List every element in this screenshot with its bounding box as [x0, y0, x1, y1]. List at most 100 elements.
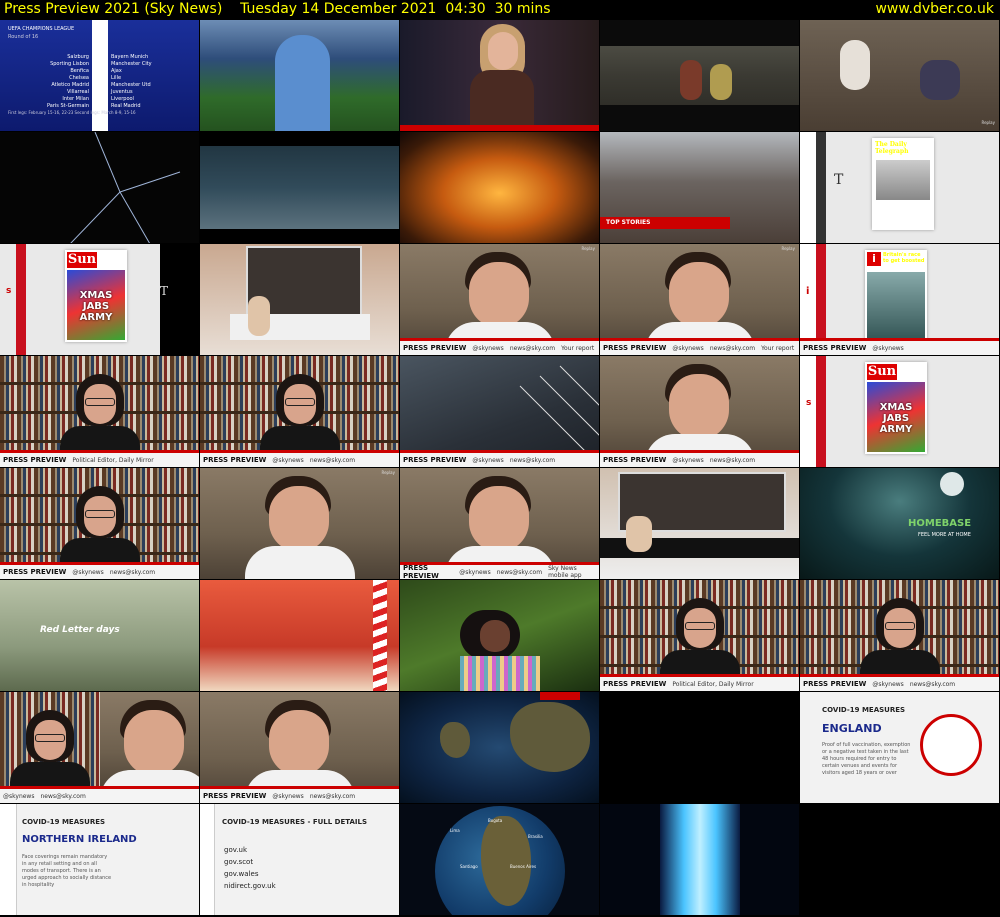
presenter-dress	[470, 70, 534, 131]
thumb-red-letter-days-advert[interactable]: Red Letter days	[0, 580, 200, 692]
thumb-weather-europe[interactable]	[400, 692, 600, 804]
thumb-tornado-damage[interactable]: TOP STORIES	[600, 132, 800, 244]
thumb-covid-full-details[interactable]: COVID-19 MEASURES - FULL DETAILS gov.uk …	[200, 804, 400, 916]
thumb-guest-man-5[interactable]: PRESS PREVIEW @skynews news@sky.com Sky …	[400, 468, 600, 580]
ucl-round: Round of 16	[8, 34, 39, 40]
press-preview-bar: PRESS PREVIEW @skynews news@sky.com Sky …	[400, 562, 599, 579]
social-handle: @skynews	[3, 792, 35, 800]
sky-side-strip	[800, 356, 817, 467]
thumb-guest-man-4[interactable]: Replay	[200, 468, 400, 580]
guest-man	[245, 700, 355, 803]
team: Manchester City	[111, 61, 152, 67]
email: news@sky.com	[109, 568, 156, 576]
press-preview-label: PRESS PREVIEW	[3, 568, 67, 576]
thumb-cake-advert[interactable]	[200, 580, 400, 692]
city-label: Lima	[450, 828, 460, 833]
covid-link[interactable]: gov.wales	[224, 868, 276, 880]
team: Chelsea	[69, 75, 89, 81]
covid-link[interactable]: nidirect.gov.uk	[224, 880, 276, 892]
sun-front-page: Sun XMAS JABS ARMY	[65, 250, 127, 342]
ucl-left-teams: Salzburg Sporting Lisbon Benfica Chelsea…	[47, 54, 89, 110]
thumb-football-stadium[interactable]	[200, 20, 400, 132]
press-preview-label: PRESS PREVIEW	[603, 456, 667, 464]
thumb-newspaper-sun-2[interactable]: s Sun XMAS JABS ARMY	[800, 356, 1000, 468]
city-label: Santiago	[460, 864, 478, 869]
homebase-tagline: FEEL MORE AT HOME	[918, 532, 971, 538]
thumb-snow-scene[interactable]	[200, 132, 400, 244]
covid-link[interactable]: gov.uk	[224, 844, 276, 856]
guest-man	[445, 252, 555, 355]
thumb-guest-woman-5[interactable]: PRESS PREVIEW @skynews news@sky.com	[800, 580, 1000, 692]
thumb-split-guests[interactable]: @skynews news@sky.com	[0, 692, 200, 804]
thumb-guest-woman-2[interactable]: PRESS PREVIEW @skynews news@sky.com	[200, 356, 400, 468]
i-letter: i	[806, 286, 810, 297]
studio-red-strip	[400, 125, 599, 131]
team: Salzburg	[67, 54, 89, 60]
thumb-newspaper-i[interactable]: i i Britain's race to get boosted PRESS …	[800, 244, 1000, 356]
thumb-guest-man-1[interactable]: Replay PRESS PREVIEW @skynews news@sky.c…	[400, 244, 600, 356]
moon	[940, 472, 964, 496]
thumb-guest-woman-4[interactable]: PRESS PREVIEW Political Editor, Daily Mi…	[600, 580, 800, 692]
press-preview-label: PRESS PREVIEW	[603, 344, 667, 352]
guest-man	[645, 252, 755, 355]
thumb-guest-man-3[interactable]: PRESS PREVIEW @skynews news@sky.com	[600, 356, 800, 468]
thumb-guest-woman-3[interactable]: PRESS PREVIEW @skynews news@sky.com	[0, 468, 200, 580]
thumb-log-fire[interactable]	[400, 132, 600, 244]
team: Ajax	[111, 68, 122, 74]
thumb-studio-wide[interactable]	[600, 468, 800, 580]
i-photo	[867, 272, 925, 340]
thumb-covid-northern-ireland[interactable]: COVID-19 MEASURES NORTHERN IRELAND Face …	[0, 804, 200, 916]
thumb-weather-globe-americas[interactable]: Lima Bogota Brasilia Santiago Buenos Air…	[400, 804, 600, 916]
team: Sporting Lisbon	[50, 61, 89, 67]
sun-headline: XMAS JABS ARMY	[879, 402, 913, 435]
thumb-covid-england[interactable]: COVID-19 MEASURES ENGLAND Proof of full …	[800, 692, 1000, 804]
europe-land	[510, 702, 590, 772]
light-beam	[660, 804, 740, 915]
thumb-studio-videocall[interactable]	[200, 244, 400, 356]
press-preview-bar: PRESS PREVIEW @skynews news@sky.com	[0, 562, 199, 579]
i-headline: Britain's race to get boosted	[883, 252, 925, 264]
your-report: Your report	[561, 344, 595, 352]
uk-land	[440, 722, 470, 758]
sun-letter: s	[6, 286, 12, 296]
candy-cane	[373, 580, 387, 691]
mobile-app: Sky News mobile app	[548, 565, 582, 579]
team: Villarreal	[67, 89, 89, 95]
thumb-newspaper-telegraph[interactable]: The Daily Telegraph T	[800, 132, 1000, 244]
press-preview-bar: PRESS PREVIEW Political Editor, Daily Mi…	[600, 674, 799, 691]
covid-link[interactable]: gov.scot	[224, 856, 276, 868]
social-handle: @skynews	[72, 568, 104, 576]
guest-woman	[60, 374, 140, 466]
press-preview-bar: @skynews news@sky.com	[0, 786, 199, 803]
thumb-drama-outdoor[interactable]	[600, 20, 800, 132]
sky-side-strip	[200, 804, 215, 915]
thumb-weather-transition[interactable]	[600, 804, 800, 916]
thumb-aerial-carpark[interactable]: PRESS PREVIEW @skynews news@sky.com	[400, 356, 600, 468]
team: Lille	[111, 75, 122, 81]
press-preview-bar: PRESS PREVIEW Political Editor, Daily Mi…	[0, 450, 199, 467]
thumb-presenter-studio[interactable]	[400, 20, 600, 132]
email: news@sky.com	[709, 344, 756, 352]
presenter	[248, 296, 270, 336]
press-preview-label: PRESS PREVIEW	[203, 456, 267, 464]
thumb-guest-man-6[interactable]: PRESS PREVIEW @skynews news@sky.com	[200, 692, 400, 804]
figure-2	[710, 64, 732, 100]
email: news@sky.com	[309, 792, 356, 800]
thumb-dark-abstract[interactable]	[0, 132, 200, 244]
thumb-champions-league-draw[interactable]: UEFA CHAMPIONS LEAGUE Round of 16 Salzbu…	[0, 20, 200, 132]
thumb-homebase-advert[interactable]: HOMEBASE FEEL MORE AT HOME	[800, 468, 1000, 580]
covid-region: ENGLAND	[822, 722, 882, 735]
team: Manchester Utd	[111, 82, 151, 88]
press-preview-label: PRESS PREVIEW	[403, 564, 439, 580]
thumb-drama-living-room[interactable]: Replay	[800, 20, 1000, 132]
site-link[interactable]: www.dvber.co.uk	[875, 0, 1000, 20]
telegraph-letter: T	[834, 172, 844, 188]
thumb-guest-woman-1[interactable]: PRESS PREVIEW Political Editor, Daily Mi…	[0, 356, 200, 468]
presenter	[626, 516, 652, 552]
city-label: Brasilia	[528, 834, 543, 839]
ucl-right-teams: Bayern Munich Manchester City Ajax Lille…	[111, 54, 152, 110]
thumb-newspaper-sun[interactable]: s Sun XMAS JABS ARMY T	[0, 244, 200, 356]
thumb-guest-man-2[interactable]: Replay PRESS PREVIEW @skynews news@sky.c…	[600, 244, 800, 356]
thumb-woman-grass-advert[interactable]	[400, 580, 600, 692]
press-preview-label: PRESS PREVIEW	[803, 680, 867, 688]
